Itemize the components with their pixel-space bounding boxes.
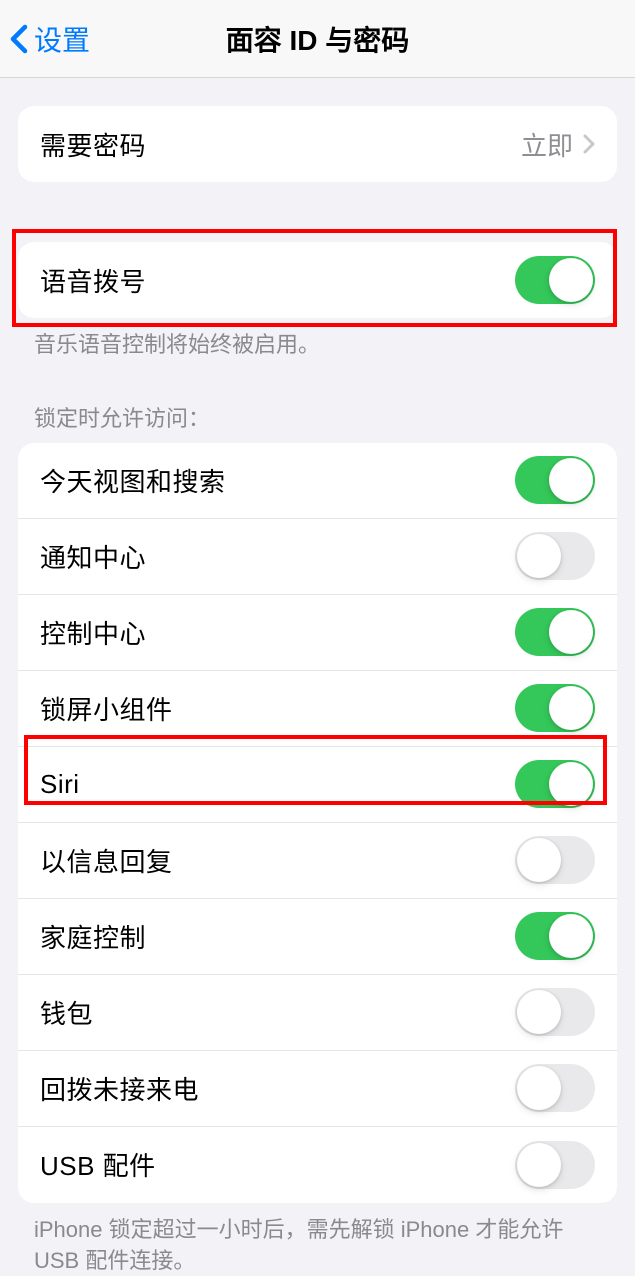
row-label: 家庭控制 [40, 918, 146, 955]
row-label: 钱包 [40, 994, 93, 1031]
toggle-lock-item[interactable] [515, 760, 595, 808]
toggle-knob [517, 990, 561, 1034]
toggle-lock-item[interactable] [515, 456, 595, 504]
toggle-knob [549, 458, 593, 502]
voice-dial-footer: 音乐语音控制将始终被启用。 [0, 318, 635, 361]
usb-footer: iPhone 锁定超过一小时后，需先解锁 iPhone 才能允许 USB 配件连… [0, 1203, 635, 1276]
row-lock-item: Siri [18, 747, 617, 823]
row-label: 今天视图和搜索 [40, 462, 226, 499]
row-require-passcode[interactable]: 需要密码 立即 [18, 106, 617, 182]
row-lock-item: 回拨未接来电 [18, 1051, 617, 1127]
row-lock-item: 通知中心 [18, 519, 617, 595]
row-lock-item: 钱包 [18, 975, 617, 1051]
row-label: 通知中心 [40, 538, 146, 575]
row-lock-item: 今天视图和搜索 [18, 443, 617, 519]
group-require-passcode: 需要密码 立即 [18, 106, 617, 182]
toggle-knob [549, 762, 593, 806]
toggle-knob [517, 534, 561, 578]
row-lock-item: 以信息回复 [18, 823, 617, 899]
toggle-lock-item[interactable] [515, 1064, 595, 1112]
group-lock-access: 今天视图和搜索通知中心控制中心锁屏小组件 Siri 以信息回复家庭控制钱包回拨未接来… [18, 443, 617, 1203]
row-value: 立即 [521, 126, 573, 163]
toggle-lock-item[interactable] [515, 684, 595, 732]
row-label: 回拨未接来电 [40, 1070, 199, 1107]
row-voice-dial: 语音拨号 [18, 242, 617, 318]
toggle-lock-item[interactable] [515, 1141, 595, 1189]
back-button[interactable]: 设置 [10, 19, 90, 59]
toggle-voice-dial[interactable] [515, 256, 595, 304]
group-voice-dial: 语音拨号 [18, 242, 617, 318]
toggle-lock-item[interactable] [515, 836, 595, 884]
row-label: 语音拨号 [40, 262, 146, 299]
page-title: 面容 ID 与密码 [226, 19, 410, 59]
toggle-knob [549, 914, 593, 958]
row-right: 立即 [521, 126, 595, 163]
toggle-knob [549, 258, 593, 302]
row-lock-item: 锁屏小组件 [18, 671, 617, 747]
toggle-lock-item[interactable] [515, 912, 595, 960]
toggle-lock-item[interactable] [515, 988, 595, 1036]
section-header-lock-access: 锁定时允许访问： [0, 361, 635, 443]
chevron-right-icon [583, 134, 595, 154]
row-label: 锁屏小组件 [40, 690, 173, 727]
row-label: 以信息回复 [40, 842, 173, 879]
toggle-knob [517, 1143, 561, 1187]
back-label: 设置 [34, 19, 90, 59]
toggle-knob [517, 1066, 561, 1110]
toggle-knob [517, 838, 561, 882]
row-label: Siri [40, 769, 80, 800]
toggle-lock-item[interactable] [515, 608, 595, 656]
row-lock-item: USB 配件 [18, 1127, 617, 1203]
chevron-left-icon [10, 24, 28, 54]
toggle-knob [549, 610, 593, 654]
row-lock-item: 控制中心 [18, 595, 617, 671]
row-label: USB 配件 [40, 1146, 156, 1183]
row-label: 控制中心 [40, 614, 146, 651]
nav-header: 设置 面容 ID 与密码 [0, 0, 635, 78]
toggle-lock-item[interactable] [515, 532, 595, 580]
toggle-knob [549, 686, 593, 730]
row-label: 需要密码 [40, 126, 146, 163]
row-lock-item: 家庭控制 [18, 899, 617, 975]
